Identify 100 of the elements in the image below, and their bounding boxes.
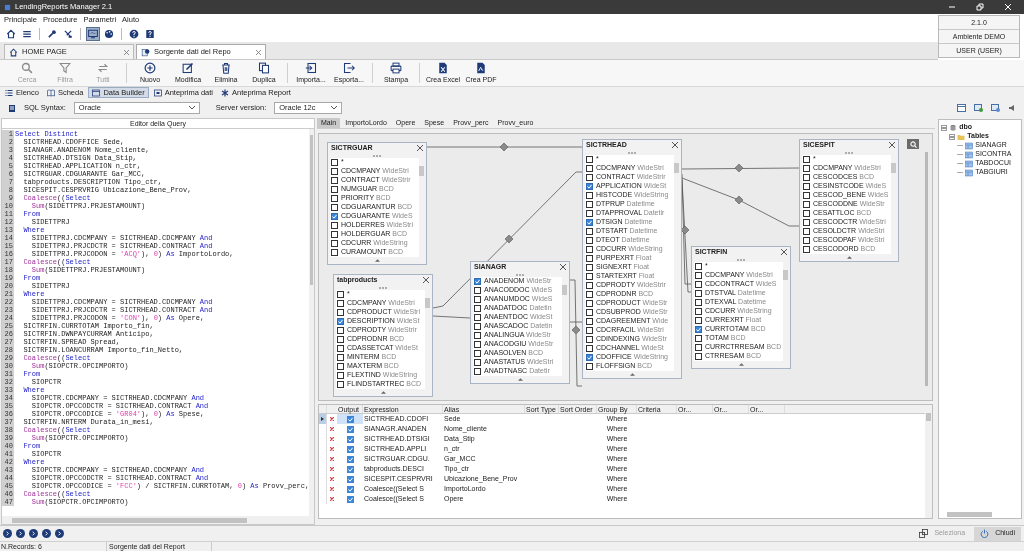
collapse-arrow-icon[interactable] — [517, 378, 523, 381]
field-checkbox[interactable] — [586, 354, 593, 361]
field-checkbox[interactable] — [695, 308, 702, 315]
table-box[interactable] — [582, 139, 682, 379]
close-icon[interactable] — [672, 142, 678, 148]
collapse-arrow-icon[interactable] — [374, 259, 380, 262]
field-checkbox[interactable] — [586, 156, 593, 163]
field-checkbox[interactable] — [586, 246, 593, 253]
navigation-icon[interactable] — [29, 529, 38, 538]
output-checkbox[interactable] — [346, 465, 354, 473]
field-checkbox[interactable] — [474, 287, 481, 294]
field-checkbox[interactable] — [586, 210, 593, 217]
field-checkbox[interactable] — [474, 350, 481, 357]
field-checkbox[interactable] — [803, 210, 810, 217]
field-checkbox[interactable] — [695, 326, 702, 333]
field-checkbox[interactable] — [695, 290, 702, 297]
close-icon[interactable] — [889, 142, 895, 148]
field-checkbox[interactable] — [586, 219, 593, 226]
field-checkbox[interactable] — [803, 192, 810, 199]
field-checkbox[interactable] — [474, 359, 481, 366]
field-checkbox[interactable] — [695, 281, 702, 288]
close-icon[interactable] — [417, 145, 423, 151]
output-checkbox[interactable] — [346, 455, 354, 463]
expander-toggle[interactable] — [949, 133, 956, 140]
field-checkbox[interactable] — [337, 336, 344, 343]
field-checkbox[interactable] — [695, 272, 702, 279]
field-checkbox[interactable] — [695, 335, 702, 342]
field-checkbox[interactable] — [586, 300, 593, 307]
field-checkbox[interactable] — [331, 159, 338, 166]
vertical-scrollbar[interactable] — [925, 152, 928, 386]
field-checkbox[interactable] — [337, 291, 344, 298]
field-checkbox[interactable] — [331, 168, 338, 175]
close-icon[interactable] — [560, 264, 566, 270]
field-checkbox[interactable] — [586, 174, 593, 181]
collapse-arrow-icon[interactable] — [629, 373, 635, 376]
expander-toggle[interactable] — [941, 124, 948, 131]
field-checkbox[interactable] — [586, 165, 593, 172]
close-icon[interactable] — [781, 249, 787, 255]
delete-row-icon[interactable] — [330, 487, 334, 491]
delete-row-icon[interactable] — [330, 447, 334, 451]
speaker-icon[interactable] — [1008, 104, 1016, 112]
delete-row-icon[interactable] — [330, 497, 334, 501]
field-checkbox[interactable] — [337, 300, 344, 307]
delete-row-icon[interactable] — [330, 457, 334, 461]
field-checkbox[interactable] — [586, 201, 593, 208]
field-checkbox[interactable] — [337, 381, 344, 388]
field-checkbox[interactable] — [331, 231, 338, 238]
output-checkbox[interactable] — [346, 495, 354, 503]
field-checkbox[interactable] — [803, 165, 810, 172]
field-checkbox[interactable] — [586, 327, 593, 334]
field-checkbox[interactable] — [695, 263, 702, 270]
restore-icon[interactable] — [976, 3, 984, 11]
delete-row-icon[interactable] — [330, 467, 334, 471]
collapse-arrow-icon[interactable] — [738, 363, 744, 366]
close-icon[interactable] — [423, 277, 429, 283]
navigation-icon[interactable] — [42, 529, 51, 538]
field-checkbox[interactable] — [586, 318, 593, 325]
field-checkbox[interactable] — [586, 309, 593, 316]
field-checkbox[interactable] — [337, 318, 344, 325]
vertical-scrollbar[interactable] — [309, 129, 314, 516]
field-checkbox[interactable] — [803, 246, 810, 253]
field-checkbox[interactable] — [695, 299, 702, 306]
relation-line[interactable] — [432, 171, 583, 309]
field-checkbox[interactable] — [337, 309, 344, 316]
field-checkbox[interactable] — [331, 240, 338, 247]
output-checkbox[interactable] — [346, 475, 354, 483]
field-checkbox[interactable] — [474, 296, 481, 303]
field-checkbox[interactable] — [586, 183, 593, 190]
field-checkbox[interactable] — [474, 341, 481, 348]
field-checkbox[interactable] — [474, 323, 481, 330]
field-checkbox[interactable] — [337, 327, 344, 334]
minimize-icon[interactable] — [948, 3, 956, 11]
field-checkbox[interactable] — [586, 273, 593, 280]
zoom-button[interactable] — [907, 139, 919, 149]
output-checkbox[interactable] — [346, 485, 354, 493]
diagram-canvas[interactable] — [318, 133, 934, 401]
field-checkbox[interactable] — [586, 192, 593, 199]
field-checkbox[interactable] — [586, 336, 593, 343]
output-checkbox[interactable] — [346, 445, 354, 453]
field-checkbox[interactable] — [586, 228, 593, 235]
delete-row-icon[interactable] — [330, 437, 334, 441]
field-checkbox[interactable] — [695, 344, 702, 351]
field-checkbox[interactable] — [337, 345, 344, 352]
navigation-icon[interactable] — [16, 529, 25, 538]
field-checkbox[interactable] — [586, 237, 593, 244]
delete-row-icon[interactable] — [330, 417, 334, 421]
field-checkbox[interactable] — [695, 317, 702, 324]
field-checkbox[interactable] — [803, 228, 810, 235]
toolbar-button[interactable] — [86, 26, 100, 41]
field-checkbox[interactable] — [331, 213, 338, 220]
field-checkbox[interactable] — [337, 363, 344, 370]
field-checkbox[interactable] — [803, 237, 810, 244]
window-icon[interactable] — [957, 104, 966, 112]
field-checkbox[interactable] — [474, 314, 481, 321]
field-checkbox[interactable] — [803, 174, 810, 181]
field-checkbox[interactable] — [586, 345, 593, 352]
field-checkbox[interactable] — [586, 282, 593, 289]
field-checkbox[interactable] — [331, 186, 338, 193]
field-checkbox[interactable] — [803, 156, 810, 163]
field-checkbox[interactable] — [586, 264, 593, 271]
